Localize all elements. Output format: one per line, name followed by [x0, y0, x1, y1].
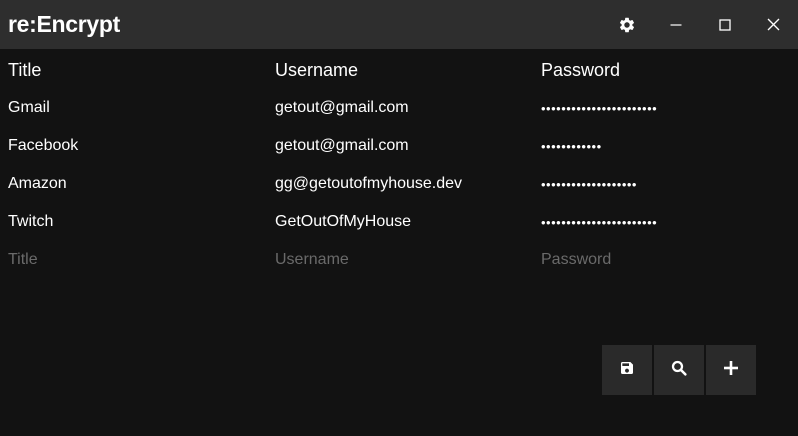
- maximize-icon: [719, 18, 731, 31]
- entry-title[interactable]: Amazon: [8, 165, 67, 203]
- column-header-password[interactable]: Password: [541, 50, 620, 90]
- app-title: re:Encrypt: [8, 11, 121, 37]
- close-button[interactable]: [749, 0, 797, 49]
- add-entry-button[interactable]: [706, 345, 756, 395]
- new-title-input[interactable]: [8, 251, 248, 269]
- table-row[interactable]: Gmail getout@gmail.com •••••••••••••••••…: [0, 89, 798, 127]
- entry-username[interactable]: getout@gmail.com: [275, 127, 409, 165]
- app-window: re:Encrypt Title Username Password Gmail…: [0, 0, 798, 436]
- column-header-username[interactable]: Username: [275, 50, 358, 90]
- entry-username[interactable]: gg@getoutofmyhouse.dev: [275, 165, 462, 203]
- plus-icon: [723, 360, 739, 381]
- minimize-icon: [670, 19, 682, 31]
- entry-username[interactable]: getout@gmail.com: [275, 89, 409, 127]
- entry-username[interactable]: GetOutOfMyHouse: [275, 203, 411, 241]
- minimize-button[interactable]: [652, 0, 700, 49]
- table-header: Title Username Password: [0, 49, 798, 89]
- gear-icon: [618, 16, 636, 34]
- password-table: Title Username Password Gmail getout@gma…: [0, 49, 798, 279]
- entry-title[interactable]: Twitch: [8, 203, 53, 241]
- entry-password[interactable]: •••••••••••••••••••: [541, 165, 637, 203]
- new-entry-row: [0, 241, 798, 279]
- action-bar: [602, 345, 756, 395]
- table-row[interactable]: Twitch GetOutOfMyHouse •••••••••••••••••…: [0, 203, 798, 241]
- save-button[interactable]: [602, 345, 652, 395]
- close-icon: [767, 18, 780, 31]
- search-button[interactable]: [654, 345, 704, 395]
- table-row[interactable]: Facebook getout@gmail.com ••••••••••••: [0, 127, 798, 165]
- settings-button[interactable]: [603, 0, 651, 49]
- entry-password[interactable]: •••••••••••••••••••••••: [541, 89, 657, 127]
- entry-password[interactable]: •••••••••••••••••••••••: [541, 203, 657, 241]
- new-password-input[interactable]: [541, 251, 781, 269]
- maximize-button[interactable]: [701, 0, 749, 49]
- table-row[interactable]: Amazon gg@getoutofmyhouse.dev ••••••••••…: [0, 165, 798, 203]
- new-username-input[interactable]: [275, 251, 515, 269]
- entry-title[interactable]: Facebook: [8, 127, 78, 165]
- save-icon: [619, 360, 635, 381]
- entry-title[interactable]: Gmail: [8, 89, 50, 127]
- search-icon: [670, 359, 688, 382]
- title-bar[interactable]: re:Encrypt: [0, 0, 798, 49]
- entry-password[interactable]: ••••••••••••: [541, 127, 602, 165]
- column-header-title[interactable]: Title: [8, 50, 41, 90]
